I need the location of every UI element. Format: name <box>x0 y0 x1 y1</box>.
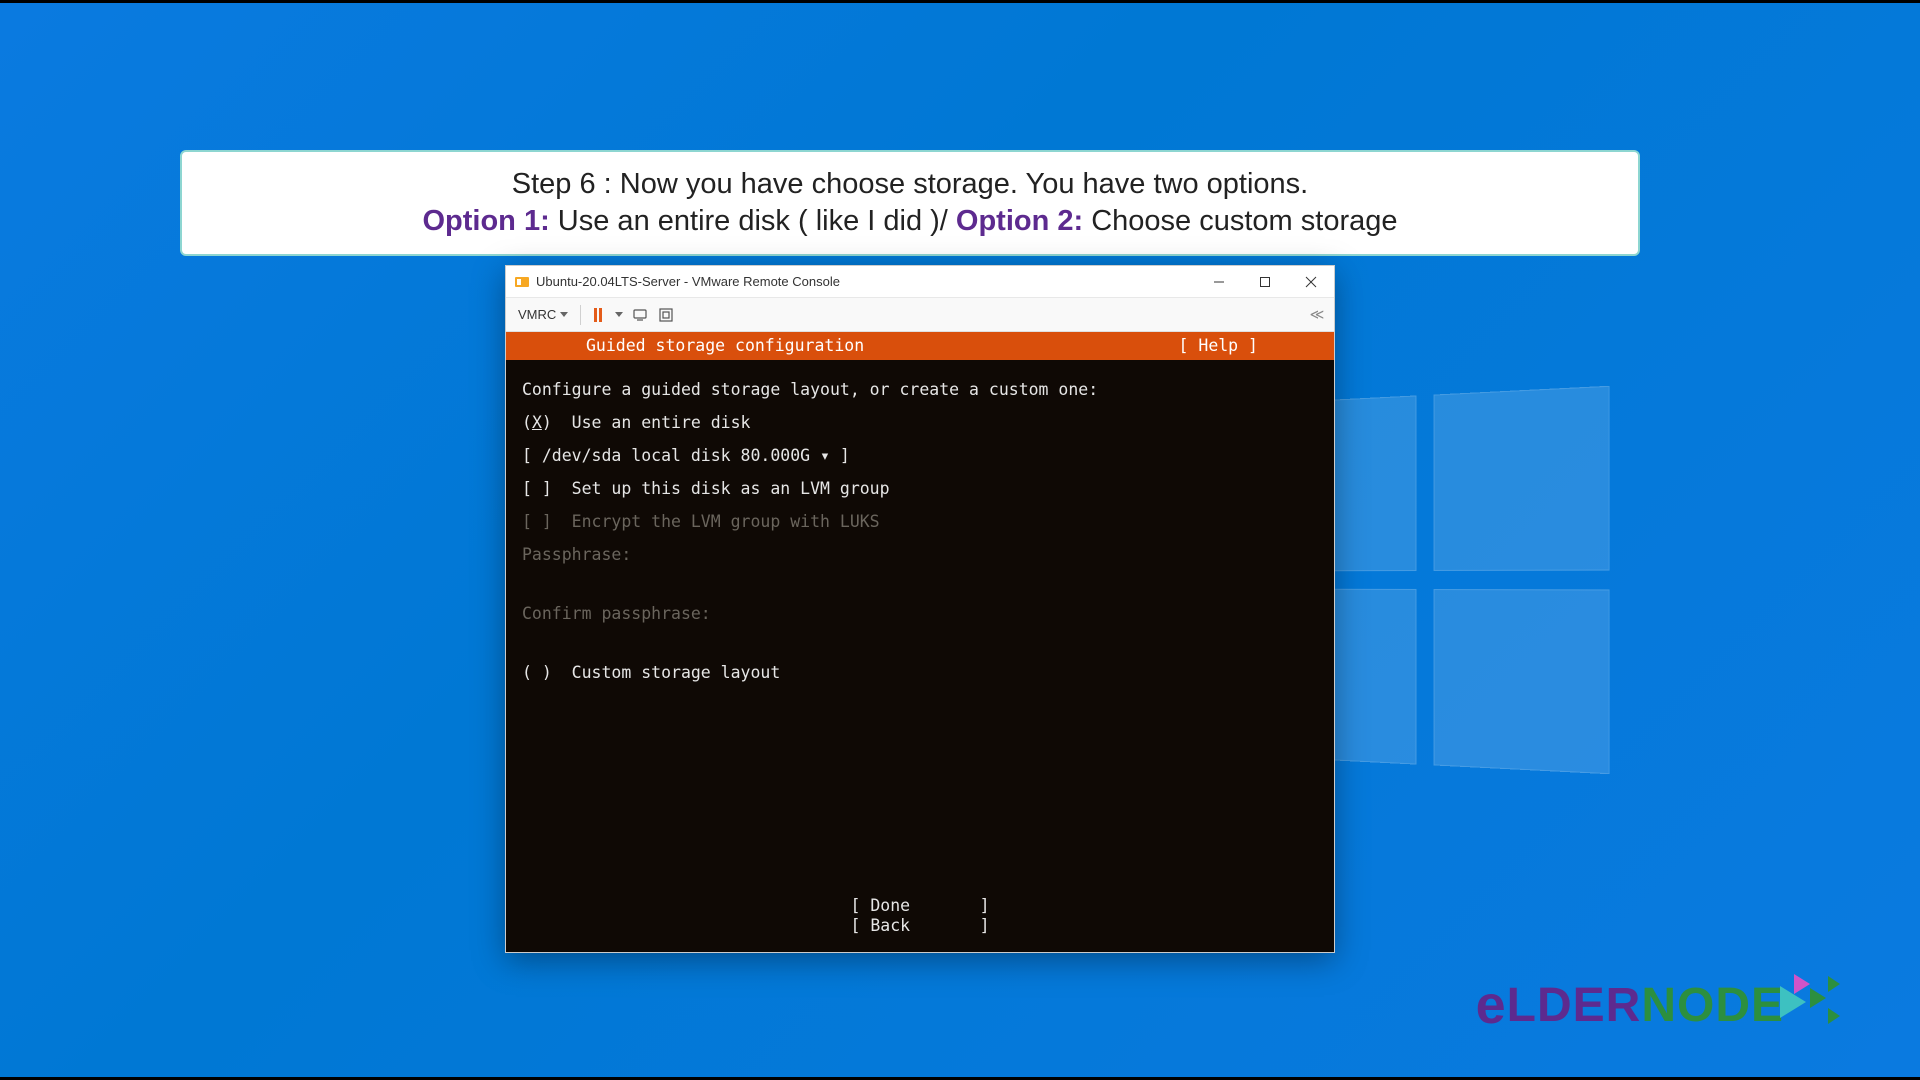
option2-text: Choose custom storage <box>1083 205 1397 237</box>
maximize-button[interactable] <box>1242 266 1288 298</box>
collapse-icon[interactable]: ≪ <box>1308 306 1326 324</box>
lvm-checkbox[interactable]: [ ] Set up this disk as an LVM group <box>506 473 1334 506</box>
logo-e: e <box>1476 974 1507 1036</box>
back-button[interactable]: [ Back ] <box>506 918 1334 938</box>
caret-down-icon <box>560 312 568 317</box>
confirm-passphrase-label: Confirm passphrase: <box>506 598 1334 631</box>
option-entire-disk[interactable]: (X) Use an entire disk <box>506 407 1334 440</box>
disk-selector[interactable]: [ /dev/sda local disk 80.000G ▾ ] <box>506 440 1334 473</box>
logo-lder: LDER <box>1507 978 1642 1033</box>
vmware-icon <box>514 274 530 290</box>
banner-line1: Step 6 : Now you have choose storage. Yo… <box>212 168 1608 201</box>
installer-header: Guided storage configuration [ Help ] <box>506 332 1334 360</box>
done-button[interactable]: [ Done ] <box>506 898 1334 918</box>
minimize-button[interactable] <box>1196 266 1242 298</box>
pause-caret-icon[interactable] <box>615 312 623 317</box>
titlebar[interactable]: Ubuntu-20.04LTS-Server - VMware Remote C… <box>506 266 1334 298</box>
vmware-window: Ubuntu-20.04LTS-Server - VMware Remote C… <box>505 265 1335 953</box>
vmrc-menu[interactable]: VMRC <box>514 304 572 325</box>
intro-text: Configure a guided storage layout, or cr… <box>506 374 1334 407</box>
help-button[interactable]: [ Help ] <box>1179 338 1258 355</box>
installer-title: Guided storage configuration <box>586 338 864 355</box>
blank-line-2 <box>506 631 1334 657</box>
encrypt-checkbox: [ ] Encrypt the LVM group with LUKS <box>506 506 1334 539</box>
installer-actions: [ Done ] [ Back ] <box>506 898 1334 938</box>
eldernode-logo: eLDERNODE <box>1476 970 1860 1040</box>
instruction-banner: Step 6 : Now you have choose storage. Yo… <box>180 150 1640 256</box>
pause-button[interactable] <box>589 306 607 324</box>
logo-node: NODE <box>1641 978 1784 1033</box>
option1-text: Use an entire disk ( like I did )/ <box>550 205 956 237</box>
logo-play-icon <box>1780 970 1860 1040</box>
fullscreen-button[interactable] <box>657 306 675 324</box>
blank-line <box>506 572 1334 598</box>
toolbar: VMRC ≪ <box>506 298 1334 332</box>
console[interactable]: Guided storage configuration [ Help ] Co… <box>506 332 1334 952</box>
separator <box>580 305 581 325</box>
close-button[interactable] <box>1288 266 1334 298</box>
option2-label: Option 2: <box>956 205 1083 237</box>
option-custom-layout[interactable]: ( ) Custom storage layout <box>506 657 1334 690</box>
installer-body: Configure a guided storage layout, or cr… <box>506 360 1334 690</box>
option1-label: Option 1: <box>422 205 549 237</box>
pause-icon <box>594 308 602 322</box>
passphrase-label: Passphrase: <box>506 539 1334 572</box>
banner-line2: Option 1: Use an entire disk ( like I di… <box>212 205 1608 238</box>
window-title: Ubuntu-20.04LTS-Server - VMware Remote C… <box>536 274 1196 289</box>
send-ctrl-alt-del-button[interactable] <box>631 306 649 324</box>
vmrc-label: VMRC <box>518 307 556 322</box>
